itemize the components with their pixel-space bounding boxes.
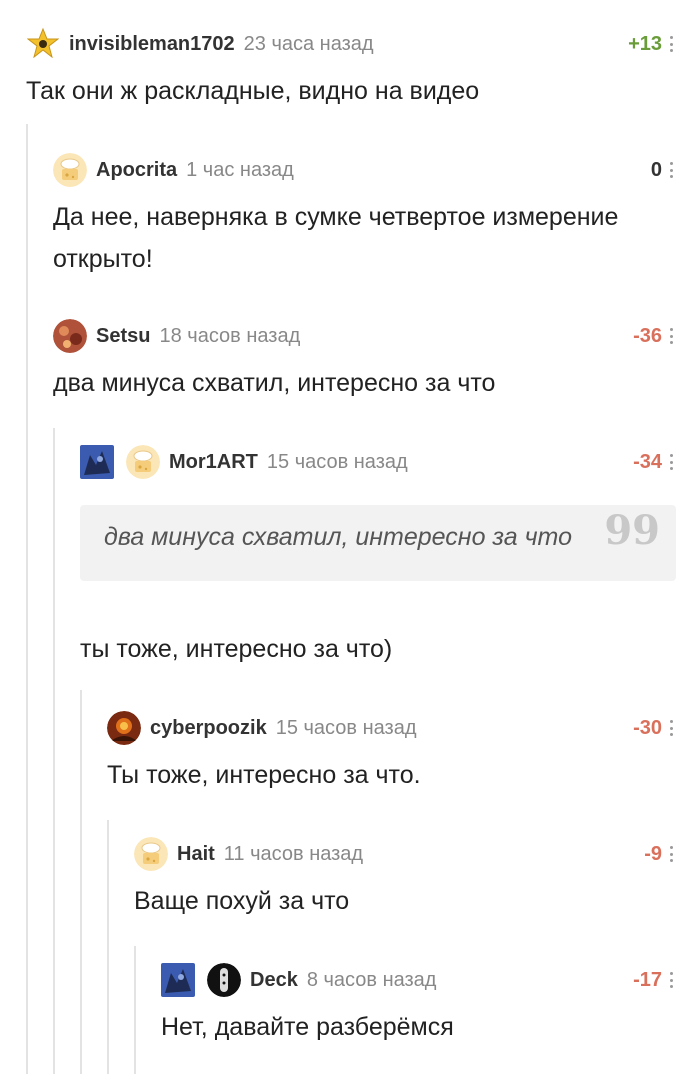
timestamp[interactable]: 1 час назад [186,159,294,182]
more-menu-icon[interactable] [664,324,678,348]
comment-text: Ты тоже, интересно за что. [107,761,421,789]
thread-line[interactable] [80,690,82,1074]
quote-text: два минуса схватил, интересно за что [104,523,572,551]
comment-text: Так они ж раскладные, видно на видео [26,77,480,105]
more-menu-icon[interactable] [664,450,678,474]
comment-text: два минуса схватил, интересно за что [53,369,496,397]
default-avatar-icon[interactable] [126,445,160,479]
username[interactable]: Deck [250,969,298,992]
timestamp[interactable]: 11 часов назад [224,843,363,866]
username[interactable]: invisibleman1702 [69,33,235,56]
thread-line[interactable] [26,124,28,1074]
timestamp[interactable]: 23 часа назад [244,33,374,56]
default-avatar-icon[interactable] [53,153,87,187]
rating: -30 [633,717,662,739]
comment-text: Ваще похуй за что [134,887,350,915]
rating: -17 [633,969,662,991]
thread-line[interactable] [134,946,136,1074]
thread-line[interactable] [53,428,55,1074]
comment-thread: invisibleman1702 23 часа назад +13 Так о… [0,0,700,1074]
rating: -34 [633,451,662,473]
rating: -36 [633,325,662,347]
username[interactable]: Apocrita [96,159,177,182]
username[interactable]: cyberpoozik [150,717,267,740]
star-avatar-icon[interactable] [26,27,60,61]
rating: -9 [644,843,662,865]
thread-line[interactable] [107,820,109,1074]
timestamp[interactable]: 15 часов назад [276,717,417,740]
comment-text: Да нее, наверняка в сумке четвертое изме… [53,203,619,273]
username[interactable]: Mor1ART [169,451,258,474]
user-photo-avatar[interactable] [207,963,241,997]
more-menu-icon[interactable] [664,842,678,866]
timestamp[interactable]: 15 часов назад [267,451,408,474]
rating: +13 [628,33,662,55]
user-photo-avatar[interactable] [53,319,87,353]
timestamp[interactable]: 8 часов назад [307,969,437,992]
more-menu-icon[interactable] [664,158,678,182]
previous-avatar-thumbnail[interactable] [161,963,195,997]
comment-text: ты тоже, интересно за что) [80,635,393,663]
previous-avatar-thumbnail[interactable] [80,445,114,479]
user-photo-avatar[interactable] [107,711,141,745]
username[interactable]: Hait [177,843,215,866]
timestamp[interactable]: 18 часов назад [159,325,300,348]
comment-text: Нет, давайте разберёмся [161,1013,454,1041]
more-menu-icon[interactable] [664,968,678,992]
more-menu-icon[interactable] [664,32,678,56]
more-menu-icon[interactable] [664,716,678,740]
username[interactable]: Setsu [96,325,150,348]
quote-block: два минуса схватил, интересно за что 99 [80,505,676,581]
rating: 0 [650,159,662,181]
quote-mark-icon: 99 [604,507,660,554]
default-avatar-icon[interactable] [134,837,168,871]
